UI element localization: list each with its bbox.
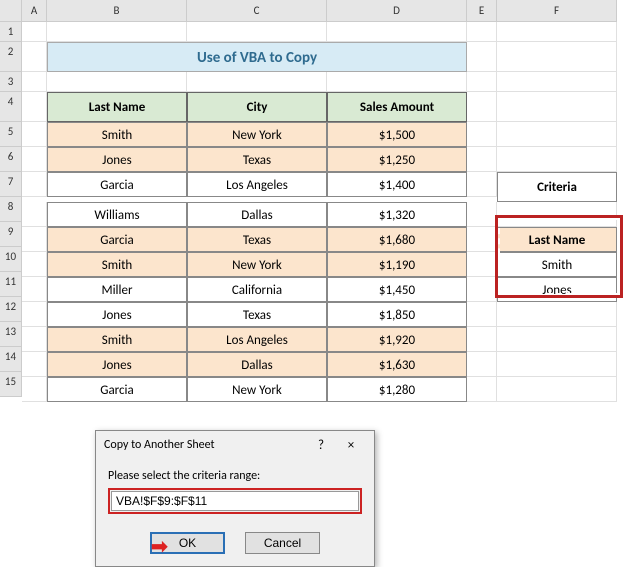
dialog-titlebar[interactable]: Copy to Another Sheet ? × xyxy=(96,431,374,459)
worksheet-grid[interactable]: Use of VBA to Copy Last Name City Sales … xyxy=(22,22,617,402)
table-cell[interactable]: Dallas xyxy=(187,352,327,377)
criteria-label: Criteria xyxy=(497,172,617,202)
selection-marquee xyxy=(495,215,623,298)
table-cell[interactable]: Texas xyxy=(187,147,327,172)
row-3[interactable]: 3 xyxy=(0,72,22,92)
help-icon[interactable]: ? xyxy=(306,438,336,453)
row-6[interactable]: 6 xyxy=(0,147,22,172)
col-B[interactable]: B xyxy=(47,0,187,22)
table-cell[interactable]: Texas xyxy=(187,302,327,327)
col-E[interactable]: E xyxy=(467,0,497,22)
table-cell[interactable]: New York xyxy=(187,377,327,402)
table-cell[interactable]: California xyxy=(187,277,327,302)
table-cell[interactable]: Dallas xyxy=(187,202,327,227)
table-cell[interactable]: New York xyxy=(187,122,327,147)
table-cell[interactable]: Smith xyxy=(47,252,187,277)
table-cell[interactable]: Jones xyxy=(47,147,187,172)
table-cell[interactable]: $1,250 xyxy=(327,147,467,172)
col-F[interactable]: F xyxy=(497,0,617,22)
table-cell[interactable]: $1,630 xyxy=(327,352,467,377)
row-8[interactable]: 8 xyxy=(0,197,22,222)
cancel-button[interactable]: Cancel xyxy=(245,532,320,554)
row-13[interactable]: 13 xyxy=(0,322,22,347)
table-cell[interactable]: $1,400 xyxy=(327,172,467,197)
table-cell[interactable]: Williams xyxy=(47,202,187,227)
row-5[interactable]: 5 xyxy=(0,122,22,147)
select-all[interactable] xyxy=(0,0,22,22)
table-cell[interactable]: $1,500 xyxy=(327,122,467,147)
table-cell[interactable]: New York xyxy=(187,252,327,277)
col-A[interactable]: A xyxy=(22,0,47,22)
table-cell[interactable]: $1,680 xyxy=(327,227,467,252)
table-cell[interactable]: $1,280 xyxy=(327,377,467,402)
row-headers: 1 2 3 4 5 6 7 8 9 10 11 12 13 14 15 xyxy=(0,0,22,397)
table-cell[interactable]: Jones xyxy=(47,302,187,327)
table-cell[interactable]: $1,320 xyxy=(327,202,467,227)
table-cell[interactable]: Smith xyxy=(47,327,187,352)
row-10[interactable]: 10 xyxy=(0,247,22,272)
row-12[interactable]: 12 xyxy=(0,297,22,322)
table-cell[interactable]: $1,850 xyxy=(327,302,467,327)
table-cell[interactable]: $1,450 xyxy=(327,277,467,302)
table-cell[interactable]: Los Angeles xyxy=(187,327,327,352)
table-cell[interactable]: Texas xyxy=(187,227,327,252)
row-9[interactable]: 9 xyxy=(0,222,22,247)
table-cell[interactable]: Smith xyxy=(47,122,187,147)
table-cell[interactable]: $1,920 xyxy=(327,327,467,352)
row-7[interactable]: 7 xyxy=(0,172,22,197)
table-cell[interactable]: Miller xyxy=(47,277,187,302)
input-highlight xyxy=(108,488,362,514)
table-cell[interactable]: Jones xyxy=(47,352,187,377)
table-cell[interactable]: Los Angeles xyxy=(187,172,327,197)
row-2[interactable]: 2 xyxy=(0,42,22,72)
arrow-icon: ➡ xyxy=(151,534,168,559)
header-city: City xyxy=(187,92,327,122)
header-sales: Sales Amount xyxy=(327,92,467,122)
table-cell[interactable]: Garcia xyxy=(47,377,187,402)
col-C[interactable]: C xyxy=(187,0,327,22)
row-11[interactable]: 11 xyxy=(0,272,22,297)
header-lastname: Last Name xyxy=(47,92,187,122)
table-cell[interactable]: Garcia xyxy=(47,227,187,252)
dialog-prompt: Please select the criteria range: xyxy=(108,469,362,483)
input-dialog: Copy to Another Sheet ? × Please select … xyxy=(95,430,375,567)
col-D[interactable]: D xyxy=(327,0,467,22)
table-cell[interactable]: $1,190 xyxy=(327,252,467,277)
range-input[interactable] xyxy=(111,491,359,511)
column-headers: A B C D E F xyxy=(22,0,617,22)
close-icon[interactable]: × xyxy=(336,438,366,453)
row-15[interactable]: 15 xyxy=(0,372,22,397)
page-title: Use of VBA to Copy xyxy=(47,42,467,72)
row-1[interactable]: 1 xyxy=(0,22,22,42)
dialog-title: Copy to Another Sheet xyxy=(104,438,306,452)
row-4[interactable]: 4 xyxy=(0,92,22,122)
row-14[interactable]: 14 xyxy=(0,347,22,372)
table-cell[interactable]: Garcia xyxy=(47,172,187,197)
